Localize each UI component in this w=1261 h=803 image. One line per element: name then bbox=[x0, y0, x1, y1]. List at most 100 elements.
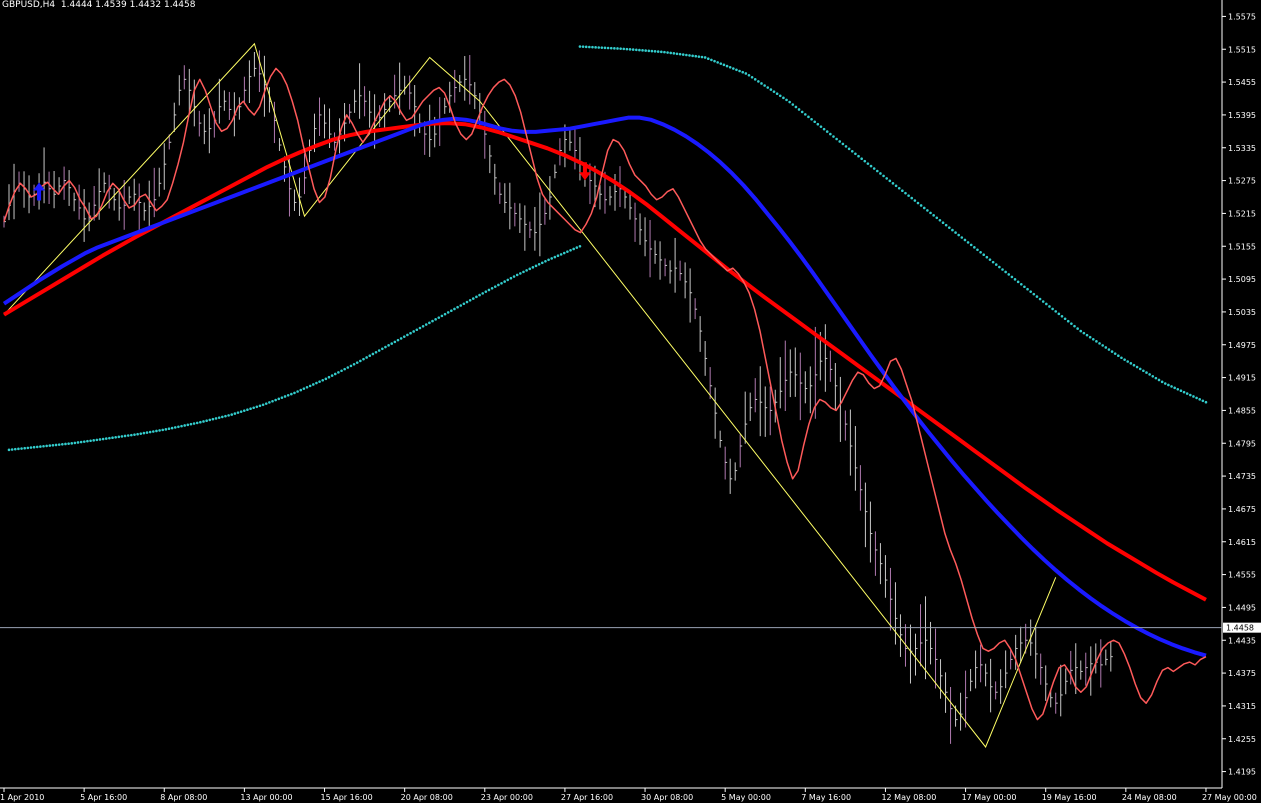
envelope-dot bbox=[86, 439, 89, 443]
envelope-dot bbox=[951, 228, 954, 232]
y-tick-label: 1.4795 bbox=[1228, 439, 1256, 448]
envelope-dot bbox=[979, 250, 982, 254]
envelope-dot bbox=[290, 392, 293, 396]
envelope-dot bbox=[293, 391, 296, 395]
envelope-dot bbox=[622, 47, 626, 51]
envelope-dot bbox=[566, 250, 569, 253]
envelope-dot bbox=[534, 264, 538, 268]
envelope-dot bbox=[478, 293, 481, 297]
y-tick-label: 1.5275 bbox=[1228, 177, 1256, 186]
envelope-dot bbox=[221, 415, 224, 419]
envelope-dot bbox=[804, 113, 807, 116]
envelope-dot bbox=[186, 423, 190, 427]
envelope-dot bbox=[249, 407, 252, 411]
envelope-dot bbox=[904, 191, 907, 195]
envelope-dot bbox=[697, 55, 701, 58]
envelope-dot bbox=[211, 417, 215, 421]
envelope-dot bbox=[443, 312, 447, 316]
y-tick-label: 1.5215 bbox=[1228, 209, 1256, 218]
y-tick-label: 1.5035 bbox=[1228, 308, 1256, 317]
envelope-dot bbox=[753, 78, 757, 81]
envelope-dot bbox=[797, 108, 801, 111]
y-tick-label: 1.5095 bbox=[1228, 275, 1256, 284]
envelope-dot bbox=[1048, 305, 1051, 308]
envelope-dot bbox=[167, 427, 171, 431]
envelope-dot bbox=[578, 45, 582, 48]
envelope-dot bbox=[609, 46, 613, 50]
envelope-dot bbox=[20, 447, 23, 450]
envelope-dot bbox=[418, 326, 422, 330]
y-tick-label: 1.4735 bbox=[1228, 472, 1256, 481]
envelope-dot bbox=[1026, 287, 1029, 291]
envelope-dot bbox=[148, 430, 152, 434]
envelope-dot bbox=[95, 438, 99, 442]
envelope-dot bbox=[584, 45, 588, 49]
envelope-dot bbox=[644, 49, 647, 52]
envelope-dot bbox=[882, 174, 885, 178]
envelope-dot bbox=[515, 273, 519, 277]
envelope-dot bbox=[725, 64, 729, 68]
envelope-dot bbox=[440, 314, 444, 318]
envelope-dot bbox=[261, 403, 265, 407]
envelope-dot bbox=[559, 253, 563, 256]
envelope-dot bbox=[891, 182, 895, 185]
envelope-dot bbox=[484, 290, 488, 293]
envelope-dot bbox=[1198, 398, 1202, 401]
envelope-dot bbox=[988, 258, 992, 261]
envelope-dot bbox=[199, 420, 202, 424]
envelope-dot bbox=[450, 309, 453, 312]
envelope-dot bbox=[522, 270, 525, 274]
envelope-dot bbox=[907, 194, 910, 197]
envelope-dot bbox=[51, 443, 55, 447]
envelope-dot bbox=[396, 338, 400, 342]
envelope-dot bbox=[126, 434, 130, 437]
envelope-dot bbox=[1095, 340, 1098, 343]
price-chart[interactable]: 1.5575 1.5515 1.5455 1.5395 1.5335 1.5275 1.52… bbox=[0, 0, 1261, 803]
envelope-dot bbox=[991, 260, 995, 264]
envelope-dot bbox=[475, 295, 478, 299]
envelope-dot bbox=[409, 331, 412, 335]
envelope-dot bbox=[268, 401, 271, 404]
envelope-dot bbox=[1076, 327, 1079, 330]
envelope-dot bbox=[286, 393, 290, 397]
envelope-dot bbox=[1201, 399, 1205, 403]
envelope-dot bbox=[42, 444, 45, 448]
envelope-dot bbox=[876, 169, 879, 173]
envelope-dot bbox=[600, 46, 604, 49]
envelope-dot bbox=[872, 167, 876, 170]
y-tick-label: 1.4555 bbox=[1228, 571, 1256, 580]
envelope-dot bbox=[691, 54, 694, 58]
y-tick-label: 1.4675 bbox=[1228, 505, 1256, 514]
envelope-dot bbox=[969, 243, 973, 247]
envelope-dot bbox=[863, 159, 867, 163]
envelope-dot bbox=[713, 59, 716, 63]
y-tick-label: 1.4915 bbox=[1228, 374, 1256, 383]
x-tick-label: 1 Apr 2010 bbox=[0, 793, 44, 802]
envelope-dot bbox=[675, 52, 679, 56]
envelope-dot bbox=[782, 96, 785, 100]
envelope-dot bbox=[1126, 360, 1130, 363]
envelope-dot bbox=[1010, 275, 1014, 279]
envelope-dot bbox=[994, 263, 998, 266]
envelope-dot bbox=[381, 347, 384, 351]
envelope-dot bbox=[738, 69, 741, 73]
envelope-dot bbox=[813, 120, 817, 124]
envelope-dot bbox=[1192, 395, 1195, 398]
envelope-dot bbox=[719, 62, 723, 65]
envelope-dot bbox=[575, 246, 579, 249]
envelope-dot bbox=[519, 272, 522, 275]
envelope-dot bbox=[280, 396, 284, 399]
envelope-dot bbox=[1029, 290, 1032, 293]
envelope-dot bbox=[217, 416, 221, 419]
envelope-dot bbox=[246, 408, 249, 412]
envelope-dot bbox=[1110, 350, 1114, 353]
envelope-dot bbox=[308, 384, 312, 388]
y-tick-label: 1.4975 bbox=[1228, 341, 1256, 350]
envelope-dot bbox=[465, 300, 469, 304]
envelope-dot bbox=[13, 447, 17, 451]
envelope-dot bbox=[76, 441, 80, 444]
envelope-dot bbox=[39, 445, 42, 448]
envelope-dot bbox=[1117, 354, 1120, 357]
envelope-dot bbox=[302, 387, 306, 390]
envelope-dot bbox=[7, 448, 11, 452]
